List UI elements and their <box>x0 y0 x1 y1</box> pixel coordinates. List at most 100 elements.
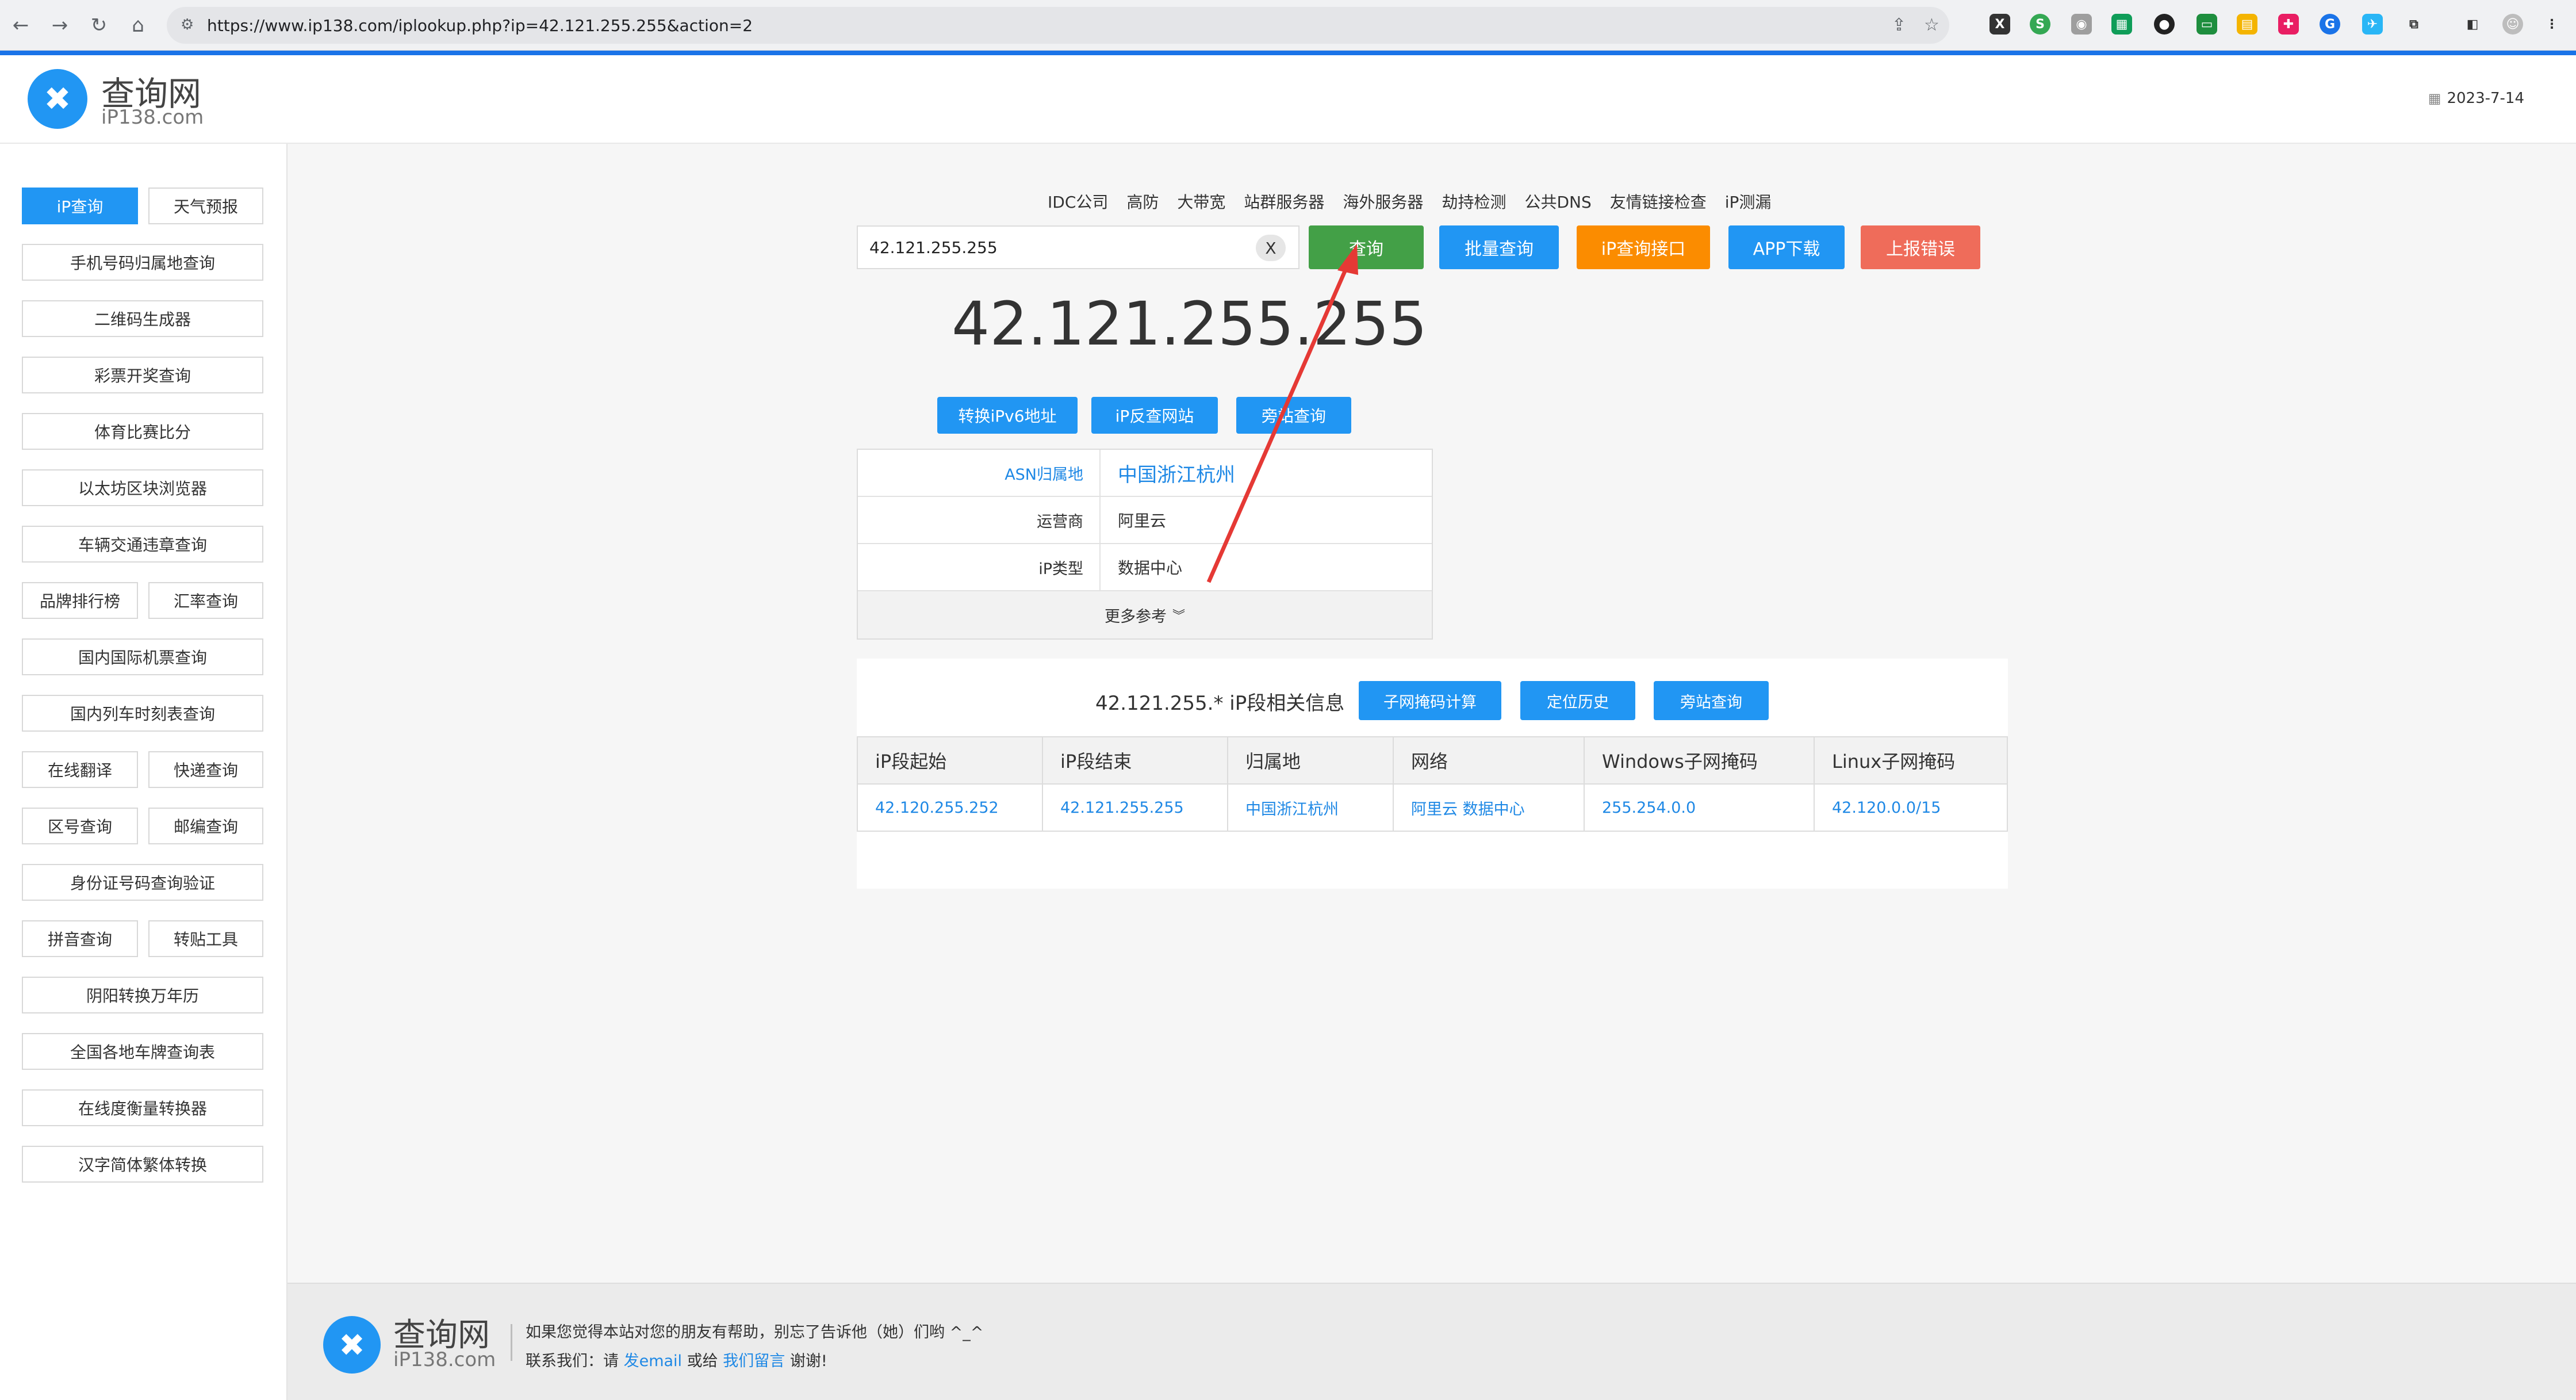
sidebar-item-qrcode[interactable]: 二维码生成器 <box>22 300 263 337</box>
back-icon[interactable]: ← <box>6 10 36 40</box>
report-error-button[interactable]: 上报错误 <box>1861 225 1980 269</box>
extension-dark-icon[interactable]: ● <box>2154 14 2175 35</box>
cell-end[interactable]: 42.121.255.255 <box>1042 783 1228 832</box>
menu-dots-icon[interactable]: ⋮ <box>2542 14 2562 35</box>
sidebar-item-trains[interactable]: 国内列车时刻表查询 <box>22 695 263 732</box>
extension-x-icon[interactable]: X <box>1989 14 2010 35</box>
extension-folder-icon[interactable]: ▤ <box>2237 14 2257 35</box>
sidebar-item-ip-lookup[interactable]: iP查询 <box>22 188 138 224</box>
bookmark-star-icon[interactable]: ☆ <box>1924 15 1939 35</box>
batch-query-button[interactable]: 批量查询 <box>1439 225 1559 269</box>
link-public-dns[interactable]: 公共DNS <box>1524 190 1591 213</box>
sidebar-item-area-code[interactable]: 区号查询 <box>22 808 138 844</box>
col-network: 网络 <box>1393 736 1585 785</box>
link-ip-leak[interactable]: iP测漏 <box>1725 190 1772 213</box>
footer-contact-prefix: 联系我们：请 <box>526 1352 619 1370</box>
sidebar-item-lottery[interactable]: 彩票开奖查询 <box>22 357 263 393</box>
logo-wrench-icon[interactable]: ✖ <box>28 69 87 129</box>
sidebar-item-ethereum[interactable]: 以太坊区块浏览器 <box>22 469 263 506</box>
sidebar-item-unit-converter[interactable]: 在线度衡量转换器 <box>22 1089 263 1126</box>
sidebar-item-pinyin[interactable]: 拼音查询 <box>22 920 138 957</box>
table-row: 42.120.255.252 42.121.255.255 中国浙江杭州 阿里云… <box>857 783 2008 832</box>
ip-api-button[interactable]: iP查询接口 <box>1577 225 1710 269</box>
extension-green-icon[interactable]: S <box>2030 14 2050 35</box>
col-linux-mask: Linux子网掩码 <box>1814 736 2008 785</box>
sibling-site-button[interactable]: 旁站查询 <box>1236 397 1351 434</box>
forward-icon[interactable]: → <box>45 10 75 40</box>
sidebar-item-chinese-convert[interactable]: 汉字简体繁体转换 <box>22 1146 263 1183</box>
extension-pink-icon[interactable]: ✚ <box>2278 14 2299 35</box>
main-content: IDC公司 高防 大带宽 站群服务器 海外服务器 劫持检测 公共DNS 友情链接… <box>288 144 2576 1283</box>
cell-start[interactable]: 42.120.255.252 <box>857 783 1043 832</box>
sidebar-item-phone-location[interactable]: 手机号码归属地查询 <box>22 244 263 281</box>
cell-network[interactable]: 阿里云 数据中心 <box>1393 783 1585 832</box>
asn-value[interactable]: 中国浙江杭州 <box>1101 450 1432 496</box>
browser-toolbar: ← → ↻ ⌂ ⚙ https://www.ip138.com/iplookup… <box>0 0 2576 51</box>
reverse-lookup-button[interactable]: iP反查网站 <box>1091 397 1218 434</box>
url-text: https://www.ip138.com/iplookup.php?ip=42… <box>207 16 753 35</box>
col-location: 归属地 <box>1227 736 1394 785</box>
sidebar-item-weather[interactable]: 天气预报 <box>148 188 263 224</box>
app-download-button[interactable]: APP下载 <box>1728 225 1845 269</box>
extension-screen-icon[interactable]: ▭ <box>2196 14 2217 35</box>
extension-bird-icon[interactable]: ✈ <box>2362 14 2383 35</box>
calendar-icon: ▦ <box>2428 90 2441 106</box>
link-hijack-check[interactable]: 劫持检测 <box>1442 190 1506 213</box>
link-idc[interactable]: IDC公司 <box>1048 190 1108 213</box>
subnet-calc-button[interactable]: 子网掩码计算 <box>1359 681 1501 720</box>
cell-linux-mask[interactable]: 42.120.0.0/15 <box>1814 783 2008 832</box>
location-history-button[interactable]: 定位历史 <box>1520 681 1635 720</box>
ip-type-label: iP类型 <box>858 544 1101 590</box>
extensions-puzzle-icon[interactable]: ⧉ <box>2404 14 2424 35</box>
home-icon[interactable]: ⌂ <box>123 10 153 40</box>
footer-email-link[interactable]: 发email <box>624 1352 682 1370</box>
footer-logo-icon[interactable]: ✖ <box>323 1316 381 1374</box>
sidebar-item-express[interactable]: 快递查询 <box>148 751 263 788</box>
sidebar-toggle-icon[interactable]: ◧ <box>2462 14 2483 35</box>
sidebar-item-calendar[interactable]: 阴阳转换万年历 <box>22 977 263 1013</box>
logo-domain[interactable]: iP138.com <box>101 106 204 129</box>
sidebar-item-sports[interactable]: 体育比赛比分 <box>22 413 263 450</box>
date-text: 2023-7-14 <box>2447 90 2524 107</box>
share-icon[interactable]: ⇪ <box>1892 15 1906 35</box>
link-ddos[interactable]: 高防 <box>1126 190 1159 213</box>
sidebar-item-exchange-rate[interactable]: 汇率查询 <box>148 582 263 619</box>
extension-blue-icon[interactable]: G <box>2320 14 2340 35</box>
sidebar-item-id-card[interactable]: 身份证号码查询验证 <box>22 864 263 901</box>
sidebar-item-translate[interactable]: 在线翻译 <box>22 751 138 788</box>
segment-title: 42.121.255.* iP段相关信息 <box>1095 692 1345 715</box>
ipv6-convert-button[interactable]: 转换iPv6地址 <box>937 397 1078 434</box>
cell-windows-mask[interactable]: 255.254.0.0 <box>1584 783 1815 832</box>
link-overseas-server[interactable]: 海外服务器 <box>1343 190 1423 213</box>
extension-camera-icon[interactable]: ◉ <box>2071 14 2092 35</box>
sidebar-item-brand-rank[interactable]: 品牌排行榜 <box>22 582 138 619</box>
link-bandwidth[interactable]: 大带宽 <box>1177 190 1225 213</box>
asn-label[interactable]: ASN归属地 <box>858 450 1101 496</box>
address-bar[interactable]: ⚙ https://www.ip138.com/iplookup.php?ip=… <box>167 7 1949 44</box>
sidebar-item-repost-tool[interactable]: 转贴工具 <box>148 920 263 957</box>
result-ip: 42.121.255.255 <box>952 289 1428 359</box>
sidebar-item-postcode[interactable]: 邮编查询 <box>148 808 263 844</box>
query-button[interactable]: 查询 <box>1309 225 1424 269</box>
clear-input-button[interactable]: X <box>1256 235 1286 261</box>
footer-line-1: 如果您觉得本站对您的朋友有帮助，别忘了告诉他（她）们哟 ^_^ <box>526 1324 984 1341</box>
site-info-icon[interactable]: ⚙ <box>181 16 194 33</box>
segment-sibling-button[interactable]: 旁站查询 <box>1654 681 1769 720</box>
profile-avatar-icon[interactable]: ☺ <box>2502 14 2523 35</box>
footer-divider <box>511 1324 512 1361</box>
ip-info-table: ASN归属地 中国浙江杭州 运营商 阿里云 iP类型 数据中心 更多参考 ︾ <box>857 449 1433 640</box>
site-footer: ✖ 查询网 iP138.com 如果您觉得本站对您的朋友有帮助，别忘了告诉他（她… <box>288 1283 2576 1400</box>
cell-location[interactable]: 中国浙江杭州 <box>1227 783 1394 832</box>
footer-message-link[interactable]: 我们留言 <box>723 1352 785 1370</box>
sidebar-item-traffic[interactable]: 车辆交通违章查询 <box>22 526 263 563</box>
chevron-down-icon: ︾ <box>1172 609 1185 624</box>
ip-search-input[interactable]: 42.121.255.255 <box>857 225 1300 269</box>
table-header-row: iP段起始 iP段结束 归属地 网络 Windows子网掩码 Linux子网掩码 <box>857 736 2008 785</box>
reload-icon[interactable]: ↻ <box>84 10 114 40</box>
extension-sheet-icon[interactable]: ▦ <box>2111 14 2132 35</box>
link-friend-check[interactable]: 友情链接检查 <box>1610 190 1707 213</box>
more-reference-toggle[interactable]: 更多参考 ︾ <box>858 591 1432 638</box>
sidebar-item-license-plate[interactable]: 全国各地车牌查询表 <box>22 1033 263 1070</box>
link-cluster-server[interactable]: 站群服务器 <box>1244 190 1324 213</box>
sidebar-item-flights[interactable]: 国内国际机票查询 <box>22 638 263 675</box>
